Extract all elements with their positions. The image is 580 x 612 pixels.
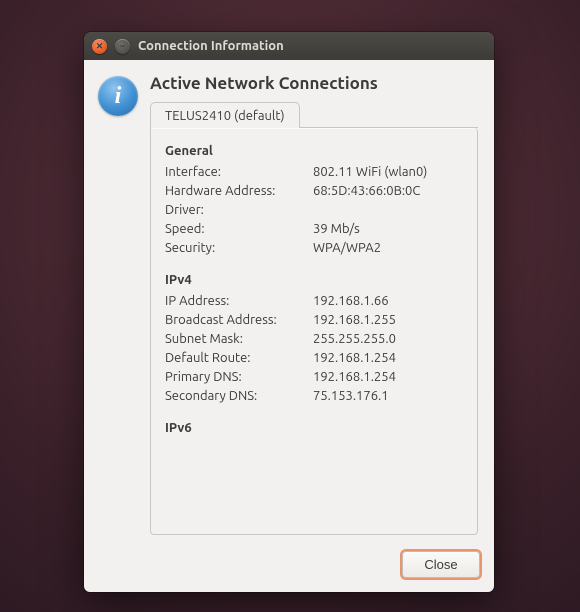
kv-value: 255.255.255.0 [313, 329, 463, 348]
kv-key: Subnet Mask: [165, 329, 313, 348]
titlebar[interactable]: ✕ – Connection Information [84, 32, 494, 60]
kv-key: Default Route: [165, 348, 313, 367]
kv-value: WPA/WPA2 [313, 238, 463, 257]
kv-value: 192.168.1.254 [313, 367, 463, 386]
page-title: Active Network Connections [150, 74, 478, 93]
close-button[interactable]: Close [402, 551, 480, 578]
table-row: Hardware Address:68:5D:43:66:0B:0C [165, 181, 463, 200]
kv-key: Security: [165, 238, 313, 257]
table-row: Subnet Mask:255.255.255.0 [165, 329, 463, 348]
main-column: Active Network Connections TELUS2410 (de… [150, 74, 478, 535]
table-row: Interface:802.11 WiFi (wlan0) [165, 162, 463, 181]
kv-key: Broadcast Address: [165, 310, 313, 329]
kv-value: 39 Mb/s [313, 219, 463, 238]
ipv4-table: IP Address:192.168.1.66 Broadcast Addres… [165, 291, 463, 405]
table-row: Primary DNS:192.168.1.254 [165, 367, 463, 386]
tabbar: TELUS2410 (default) [150, 101, 478, 128]
window-title: Connection Information [138, 39, 284, 53]
close-icon[interactable]: ✕ [92, 39, 107, 54]
content-area: i Active Network Connections TELUS2410 (… [84, 60, 494, 543]
general-table: Interface:802.11 WiFi (wlan0) Hardware A… [165, 162, 463, 257]
kv-value: 192.168.1.254 [313, 348, 463, 367]
kv-value [313, 200, 463, 219]
kv-key: Interface: [165, 162, 313, 181]
table-row: Speed:39 Mb/s [165, 219, 463, 238]
footer: Close [84, 543, 494, 592]
table-row: Secondary DNS:75.153.176.1 [165, 386, 463, 405]
kv-key: Driver: [165, 200, 313, 219]
kv-value: 802.11 WiFi (wlan0) [313, 162, 463, 181]
kv-key: IP Address: [165, 291, 313, 310]
kv-value: 192.168.1.255 [313, 310, 463, 329]
info-icon: i [98, 76, 138, 116]
table-row: Broadcast Address:192.168.1.255 [165, 310, 463, 329]
kv-value: 75.153.176.1 [313, 386, 463, 405]
kv-value: 68:5D:43:66:0B:0C [313, 181, 463, 200]
kv-key: Secondary DNS: [165, 386, 313, 405]
kv-key: Hardware Address: [165, 181, 313, 200]
tab-pane: General Interface:802.11 WiFi (wlan0) Ha… [150, 128, 478, 535]
table-row: Security:WPA/WPA2 [165, 238, 463, 257]
minimize-icon[interactable]: – [115, 39, 130, 54]
section-ipv4-title: IPv4 [165, 273, 463, 287]
kv-key: Speed: [165, 219, 313, 238]
kv-key: Primary DNS: [165, 367, 313, 386]
section-general-title: General [165, 144, 463, 158]
table-row: Driver: [165, 200, 463, 219]
section-ipv6-title: IPv6 [165, 421, 463, 435]
tab-connection[interactable]: TELUS2410 (default) [150, 102, 300, 128]
kv-value: 192.168.1.66 [313, 291, 463, 310]
connection-info-window: ✕ – Connection Information i Active Netw… [84, 32, 494, 592]
table-row: Default Route:192.168.1.254 [165, 348, 463, 367]
table-row: IP Address:192.168.1.66 [165, 291, 463, 310]
